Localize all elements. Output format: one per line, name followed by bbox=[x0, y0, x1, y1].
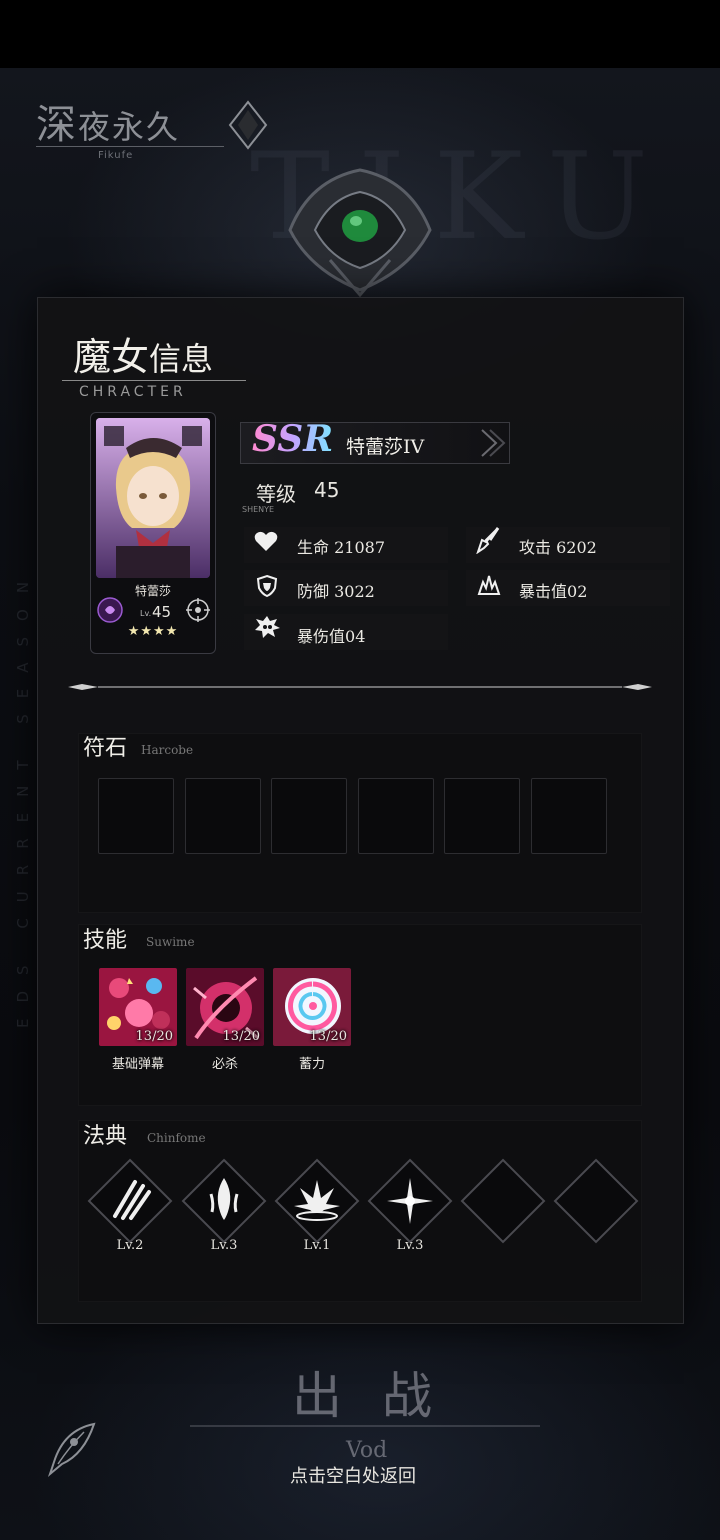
rune-section-subtitle: Harcobe bbox=[141, 743, 194, 757]
rune-slot-2[interactable] bbox=[185, 778, 261, 854]
flame-burst-icon[interactable] bbox=[181, 1158, 267, 1244]
portrait-art bbox=[96, 418, 210, 578]
skill-label: 必杀 bbox=[211, 1057, 238, 1072]
diamond-gem-icon bbox=[228, 100, 268, 150]
ornament-divider bbox=[68, 684, 652, 690]
empty-codex-slot[interactable] bbox=[460, 1158, 546, 1244]
target-reticle-icon bbox=[186, 598, 210, 622]
codex-section-title: 法典 bbox=[83, 1124, 128, 1149]
stat-critdmg: 暴伤值04 bbox=[297, 623, 365, 647]
codex-level-label: Lv.3 bbox=[396, 1238, 424, 1253]
card-level-value: 45 bbox=[152, 603, 172, 621]
codex-level-label: Lv.1 bbox=[303, 1238, 331, 1253]
stat-def-value: 3022 bbox=[334, 582, 375, 601]
footer-ornament-line bbox=[190, 1425, 540, 1427]
skill-count: 13/20 bbox=[309, 1029, 347, 1044]
emblem-crest-icon bbox=[288, 168, 432, 298]
empty-codex-slot[interactable] bbox=[553, 1158, 639, 1244]
skill-count: 13/20 bbox=[222, 1029, 260, 1044]
status-bar-area bbox=[0, 0, 720, 68]
name-bar-ornament-icon bbox=[481, 429, 506, 457]
logo-subtitle: Fikufe bbox=[98, 150, 134, 161]
skill-label: 基础弹幕 bbox=[111, 1057, 164, 1072]
skill-basic-barrage[interactable]: 13/20 bbox=[99, 968, 177, 1046]
rune-slot-6[interactable] bbox=[531, 778, 607, 854]
stat-hp-value: 21087 bbox=[334, 538, 386, 557]
tap-to-return-hint[interactable]: 点击空白处返回 bbox=[290, 1462, 416, 1488]
character-tag: SHENYE bbox=[242, 505, 275, 514]
stat-atk-label: 攻击 bbox=[519, 538, 552, 557]
character-portrait bbox=[96, 418, 210, 578]
rune-slot-4[interactable] bbox=[358, 778, 434, 854]
sword-icon bbox=[476, 527, 500, 554]
stat-hp-label: 生命 bbox=[297, 538, 330, 557]
panel-subtitle: CHRACTER bbox=[79, 384, 187, 400]
stat-def-label: 防御 bbox=[297, 582, 330, 601]
codex-level-label: Lv.2 bbox=[116, 1238, 144, 1253]
panel-title-secondary: 信息 bbox=[149, 340, 214, 378]
game-logo: 深夜永久 Fikufe bbox=[36, 92, 276, 172]
deploy-button[interactable]: 出战 bbox=[292, 1356, 472, 1428]
skill-section-title: 技能 bbox=[83, 928, 128, 953]
stat-crit-value: 02 bbox=[567, 582, 588, 601]
feather-quill-icon[interactable] bbox=[44, 1418, 100, 1478]
stat-crit: 暴击值02 bbox=[519, 578, 587, 602]
heart-icon bbox=[254, 531, 278, 551]
codex-level-label: Lv.3 bbox=[210, 1238, 238, 1253]
skill-charge[interactable]: 13/20 bbox=[273, 968, 351, 1046]
stat-hp: 生命 21087 bbox=[297, 534, 385, 558]
skull-burst-icon bbox=[255, 616, 280, 638]
crit-burst-icon bbox=[477, 575, 501, 595]
slash-claw-icon[interactable] bbox=[87, 1158, 173, 1244]
character-name: 特蕾莎IV bbox=[346, 436, 425, 458]
rune-slot-5[interactable] bbox=[444, 778, 520, 854]
logo-title-small: 夜永久 bbox=[78, 108, 181, 146]
stat-atk-value: 6202 bbox=[556, 538, 597, 557]
element-orb-icon bbox=[97, 597, 123, 623]
shield-icon bbox=[256, 574, 278, 598]
level-value: 45 bbox=[314, 478, 340, 502]
panel-title: 魔女信息 bbox=[73, 326, 213, 381]
stat-critdmg-value: 04 bbox=[345, 627, 366, 646]
codex-section-subtitle: Chinfome bbox=[147, 1131, 206, 1145]
logo-title-big: 深 bbox=[36, 102, 78, 148]
panel-title-main: 魔女 bbox=[73, 335, 150, 379]
rune-slot-3[interactable] bbox=[271, 778, 347, 854]
skill-count: 13/20 bbox=[135, 1029, 173, 1044]
logo-underline bbox=[36, 146, 224, 147]
level-label: 等级 bbox=[256, 482, 296, 506]
stat-def: 防御 3022 bbox=[297, 578, 375, 602]
vod-label: Vod bbox=[346, 1438, 388, 1463]
stat-crit-label: 暴击值 bbox=[519, 582, 568, 601]
skill-section-subtitle: Suwime bbox=[146, 935, 195, 949]
star-rating: ★★★★ bbox=[127, 624, 179, 639]
skill-ultimate[interactable]: 13/20 bbox=[186, 968, 264, 1046]
rune-slot-1[interactable] bbox=[98, 778, 174, 854]
stat-critdmg-label: 暴伤值 bbox=[297, 627, 346, 646]
rarity-badge: SSR bbox=[252, 418, 334, 460]
splash-impact-icon[interactable] bbox=[274, 1158, 360, 1244]
starburst-icon[interactable] bbox=[367, 1158, 453, 1244]
stat-atk: 攻击 6202 bbox=[519, 534, 597, 558]
skill-label: 蓄力 bbox=[298, 1057, 325, 1072]
panel-title-underline bbox=[62, 380, 246, 381]
card-level-label: Lv. bbox=[140, 609, 152, 618]
rune-section-title: 符石 bbox=[83, 736, 128, 761]
